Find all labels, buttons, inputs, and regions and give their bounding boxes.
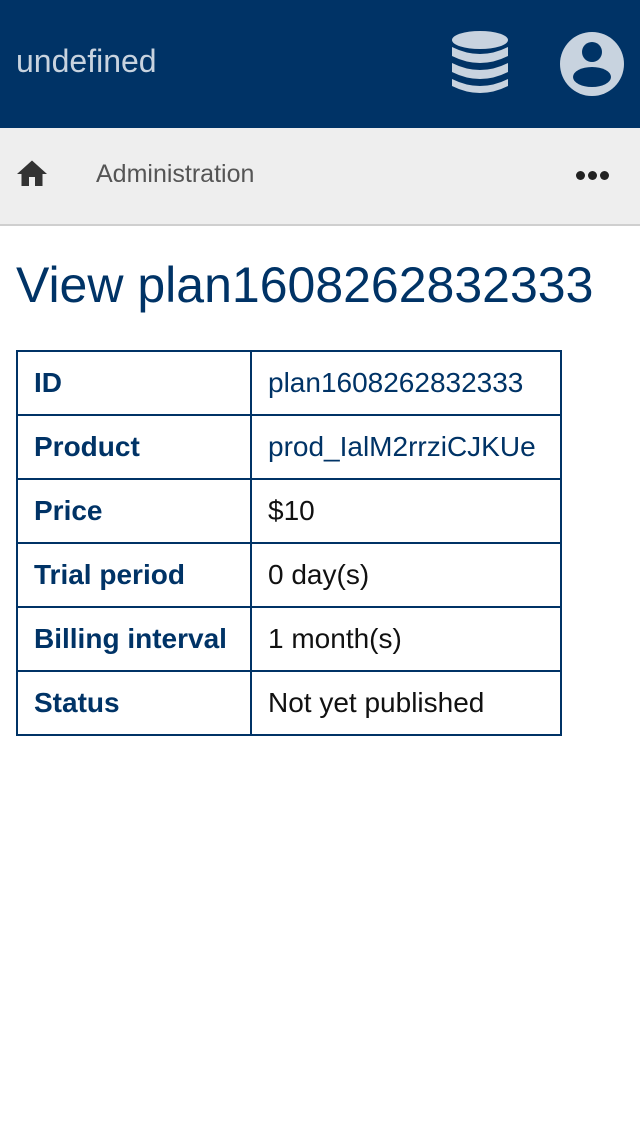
table-row: ID plan1608262832333 <box>16 350 562 416</box>
page-title: View plan1608262832333 <box>16 257 594 313</box>
plan-id-link[interactable]: plan1608262832333 <box>268 367 523 398</box>
row-label: Status <box>16 670 252 736</box>
row-label: Product <box>16 414 252 480</box>
database-button[interactable] <box>448 28 512 100</box>
table-row: Product prod_IalM2rrziCJKUe <box>16 414 562 480</box>
product-link[interactable]: prod_IalM2rrziCJKUe <box>268 431 536 462</box>
home-button[interactable] <box>14 156 50 192</box>
account-button[interactable] <box>558 30 626 98</box>
home-icon <box>17 160 47 186</box>
billing-interval-value: 1 month(s) <box>250 606 562 672</box>
navigation-bar: Administration <box>0 128 640 226</box>
database-icon <box>452 31 508 93</box>
more-horizontal-icon <box>588 171 597 180</box>
more-menu-button[interactable] <box>572 164 612 188</box>
row-label: Billing interval <box>16 606 252 672</box>
breadcrumb-administration[interactable]: Administration <box>96 159 254 189</box>
status-value: Not yet published <box>250 670 562 736</box>
trial-period-value: 0 day(s) <box>250 542 562 608</box>
account-circle-icon <box>560 32 624 96</box>
plan-id-value: plan1608262832333 <box>250 350 562 416</box>
table-row: Price $10 <box>16 478 562 544</box>
top-app-bar: undefined <box>0 0 640 128</box>
plan-details-table: ID plan1608262832333 Product prod_IalM2r… <box>16 350 562 736</box>
more-horizontal-icon <box>600 171 609 180</box>
more-horizontal-icon <box>576 171 585 180</box>
table-row: Billing interval 1 month(s) <box>16 606 562 672</box>
row-label: Price <box>16 478 252 544</box>
price-value: $10 <box>250 478 562 544</box>
table-row: Trial period 0 day(s) <box>16 542 562 608</box>
product-value: prod_IalM2rrziCJKUe <box>250 414 562 480</box>
app-title: undefined <box>16 43 157 79</box>
row-label: ID <box>16 350 252 416</box>
row-label: Trial period <box>16 542 252 608</box>
table-row: Status Not yet published <box>16 670 562 736</box>
